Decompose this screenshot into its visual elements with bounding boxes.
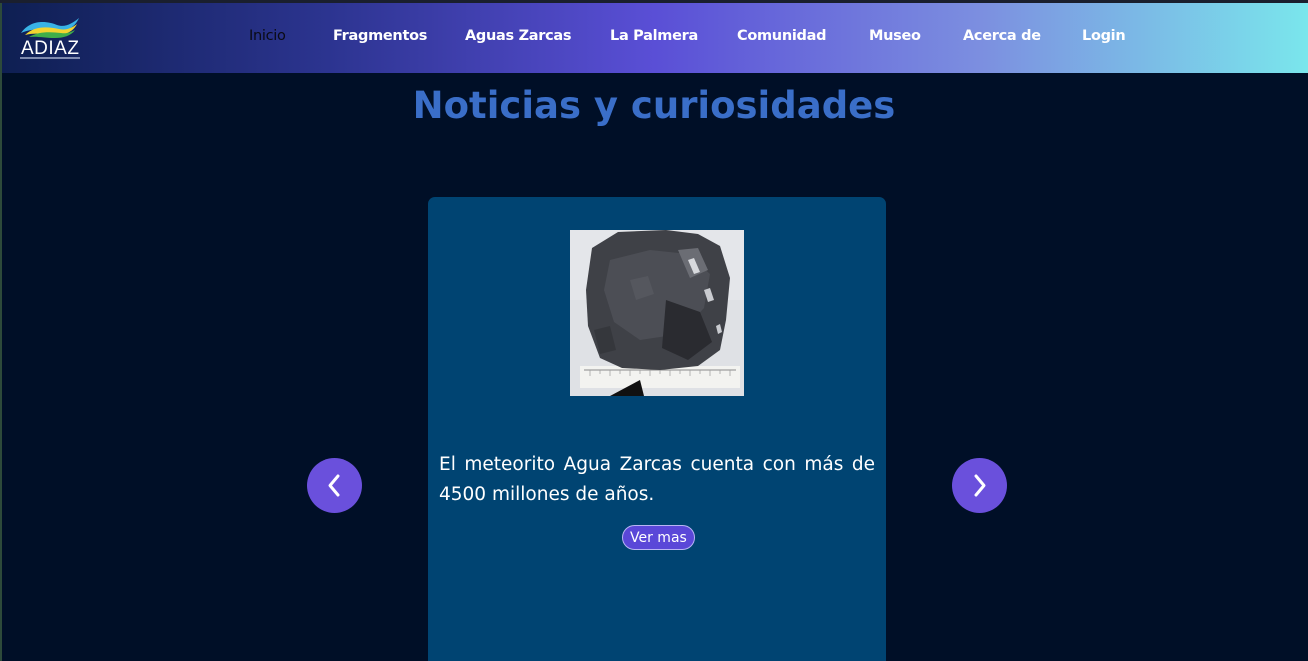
news-card: El meteorito Agua Zarcas cuenta con más … (428, 197, 886, 661)
ver-mas-button[interactable]: Ver mas (622, 525, 695, 550)
navbar: ADIAZ Inicio Fragmentos Aguas Zarcas La … (2, 3, 1308, 73)
nav-item-inicio[interactable]: Inicio (249, 28, 286, 44)
nav-item-acerca-de[interactable]: Acerca de (963, 28, 1041, 44)
nav-item-aguas-zarcas[interactable]: Aguas Zarcas (465, 28, 572, 44)
news-card-text: El meteorito Agua Zarcas cuenta con más … (439, 454, 875, 505)
nav-item-fragmentos[interactable]: Fragmentos (333, 28, 427, 44)
chevron-left-icon (328, 474, 340, 497)
chevron-right-icon (974, 474, 986, 497)
meteorite-image (570, 230, 744, 396)
carousel-next-button[interactable] (952, 458, 1007, 513)
nav-item-login[interactable]: Login (1082, 28, 1126, 44)
nav-item-museo[interactable]: Museo (869, 28, 921, 44)
main-nav: Inicio Fragmentos Aguas Zarcas La Palmer… (2, 3, 1308, 73)
nav-item-la-palmera[interactable]: La Palmera (610, 28, 698, 44)
page-title: Noticias y curiosidades (412, 84, 896, 127)
meteorite-photo (570, 230, 744, 396)
carousel-prev-button[interactable] (307, 458, 362, 513)
page: ADIAZ Inicio Fragmentos Aguas Zarcas La … (0, 0, 1308, 661)
nav-item-comunidad[interactable]: Comunidad (737, 28, 826, 44)
